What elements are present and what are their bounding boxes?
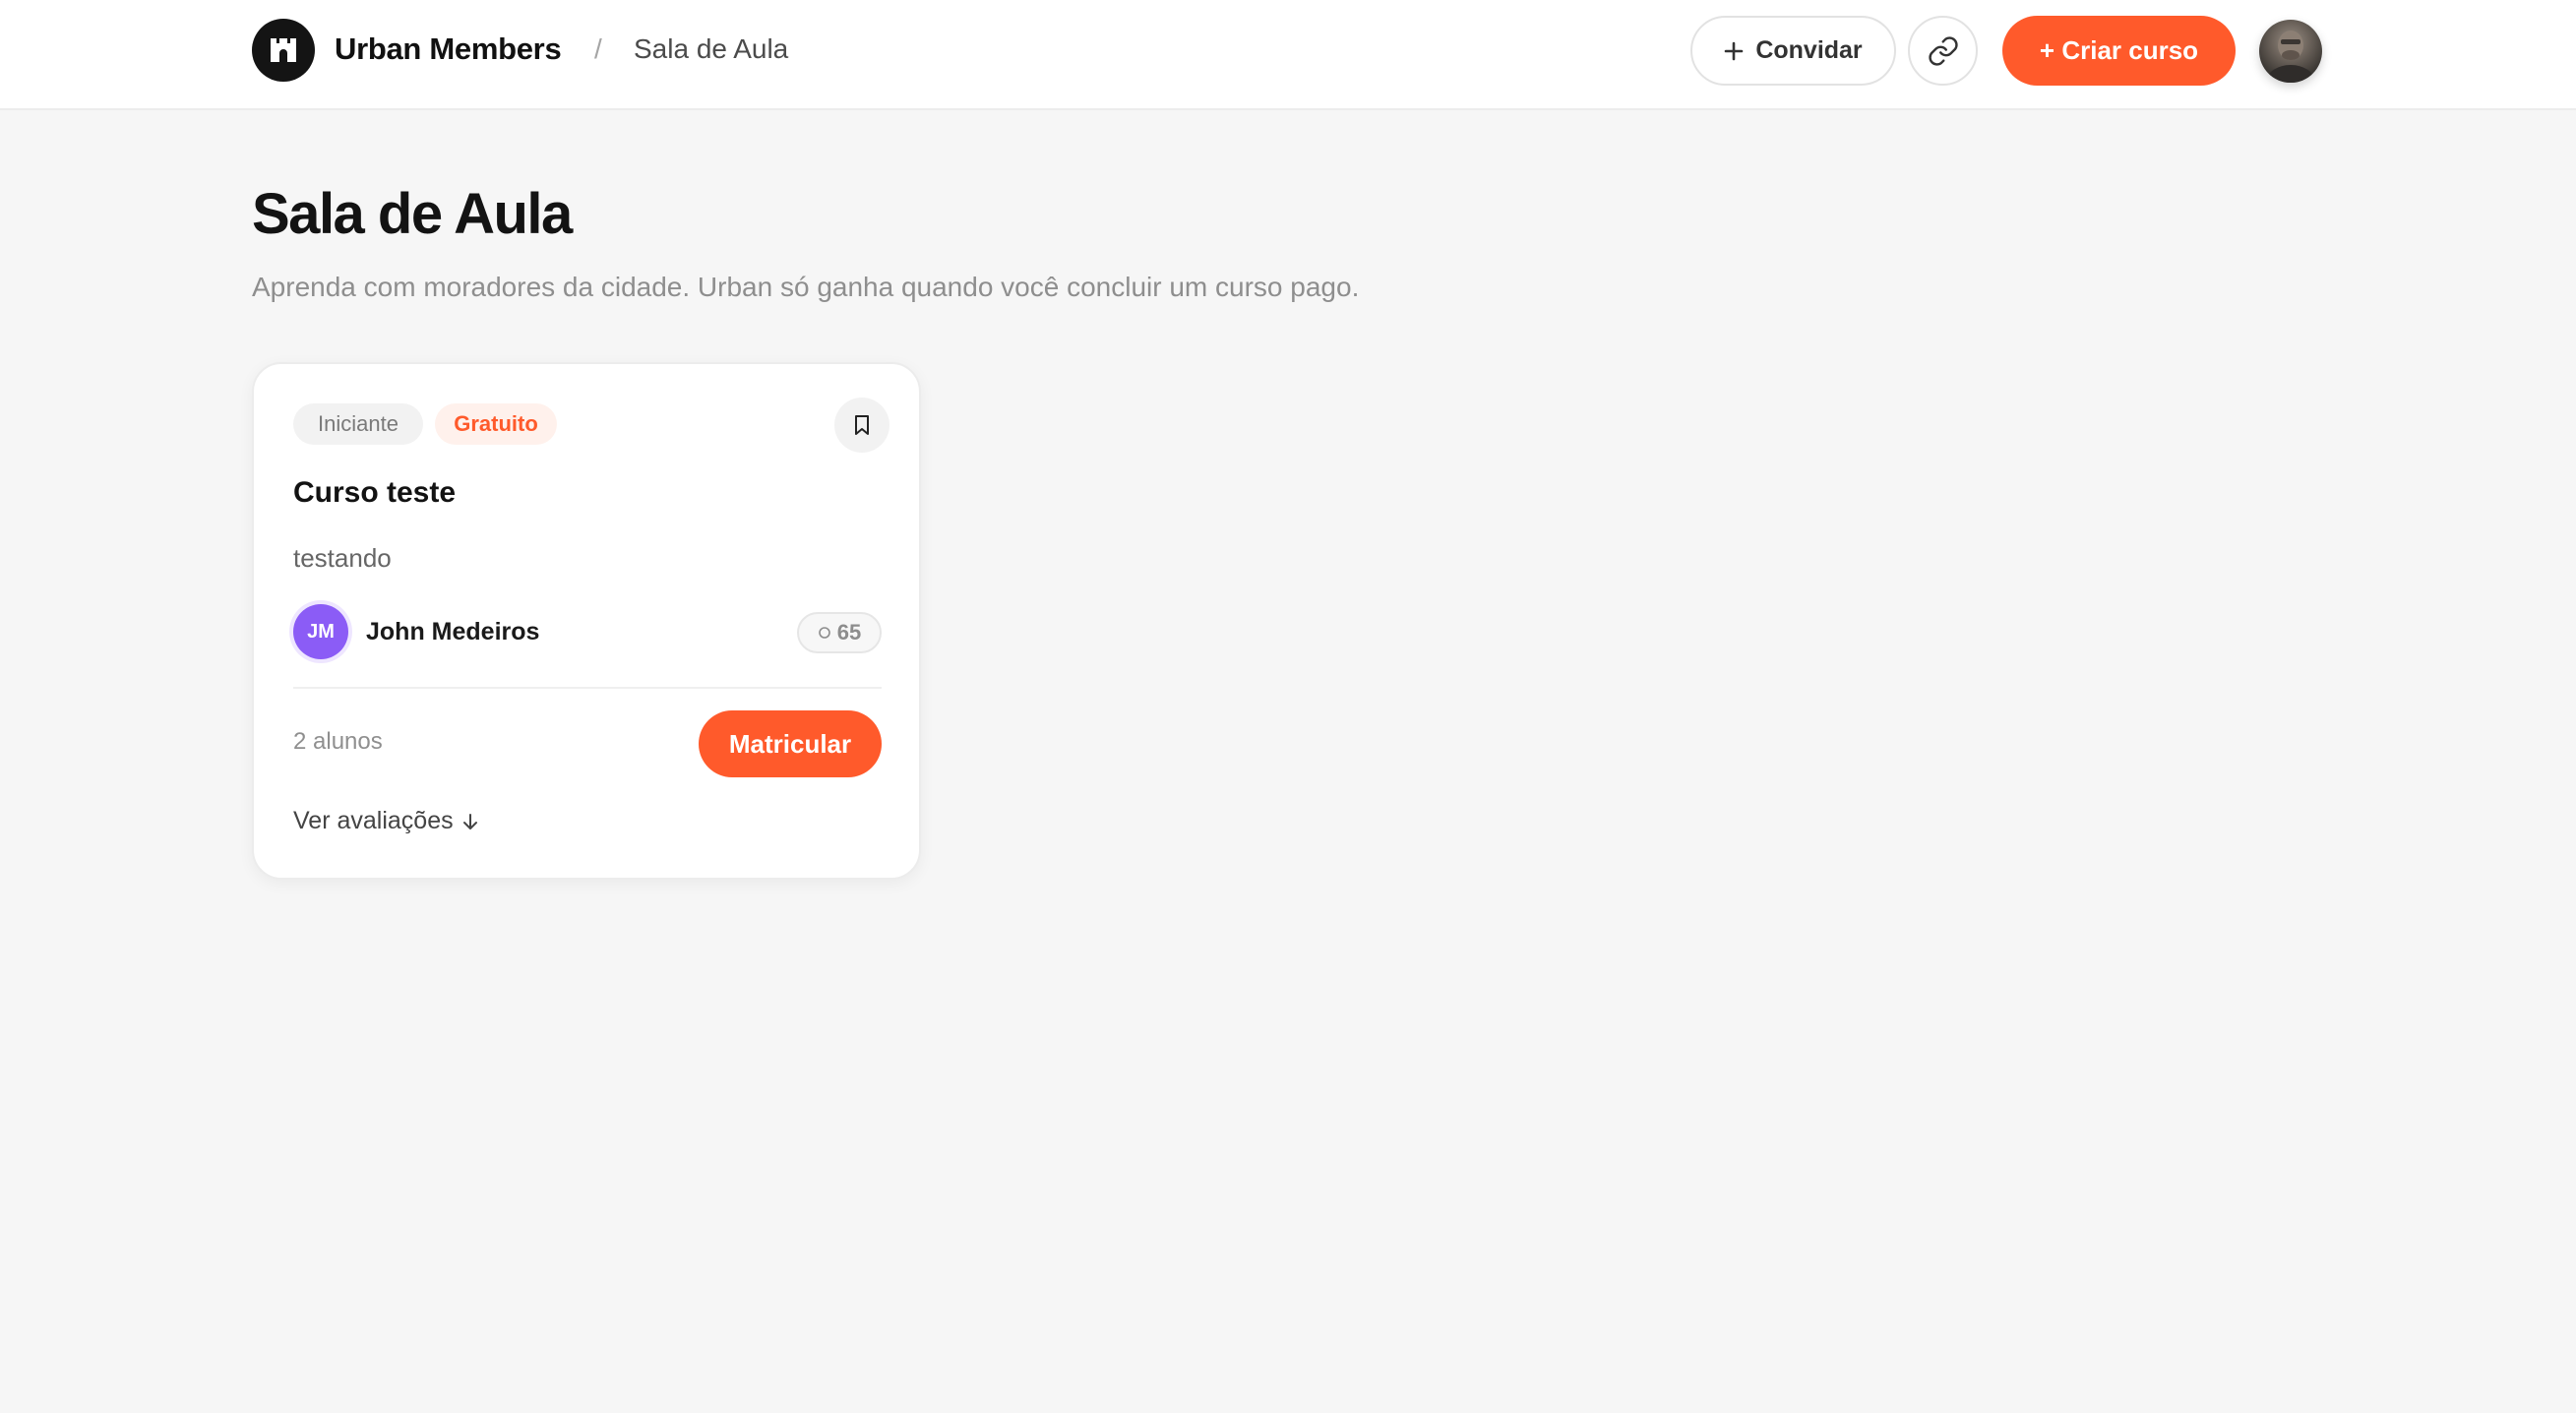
author-avatar: JM	[293, 604, 348, 659]
students-count: 2 alunos	[293, 728, 383, 755]
page-title: Sala de Aula	[252, 182, 573, 246]
enroll-button[interactable]: Matricular	[699, 710, 882, 777]
course-description: testando	[293, 543, 392, 573]
price-tag: Gratuito	[435, 403, 557, 445]
view-reviews-label: Ver avaliações	[293, 807, 454, 834]
breadcrumb-separator: /	[594, 33, 602, 64]
bookmark-button[interactable]	[834, 398, 889, 453]
page-subtitle: Aprenda com moradores da cidade. Urban s…	[252, 272, 1360, 302]
top-bar: Urban Members / Sala de Aula Convidar + …	[0, 0, 2576, 110]
points-badge: 65	[797, 612, 882, 653]
invite-button-label: Convidar	[1755, 36, 1863, 64]
course-title[interactable]: Curso teste	[293, 476, 456, 510]
bookmark-icon	[855, 415, 869, 435]
brand-name[interactable]: Urban Members	[335, 31, 562, 67]
plus-icon	[1725, 41, 1744, 60]
arrow-down-icon	[462, 813, 477, 829]
create-course-button[interactable]: + Criar curso	[2002, 16, 2236, 86]
castle-icon	[271, 38, 296, 62]
user-avatar[interactable]	[2259, 20, 2322, 83]
invite-button[interactable]: Convidar	[1690, 16, 1896, 86]
brand-logo[interactable]	[252, 19, 315, 82]
breadcrumb-current: Sala de Aula	[634, 33, 789, 64]
points-value: 65	[836, 620, 862, 645]
coin-icon	[818, 627, 830, 639]
link-icon	[1928, 35, 1958, 66]
copy-link-button[interactable]	[1908, 16, 1978, 86]
view-reviews-link[interactable]: Ver avaliações	[293, 807, 479, 835]
level-tag: Iniciante	[293, 403, 423, 445]
author-name[interactable]: John Medeiros	[366, 618, 539, 646]
course-card[interactable]: Iniciante Gratuito Curso teste testando …	[252, 362, 921, 880]
card-divider	[293, 687, 882, 689]
